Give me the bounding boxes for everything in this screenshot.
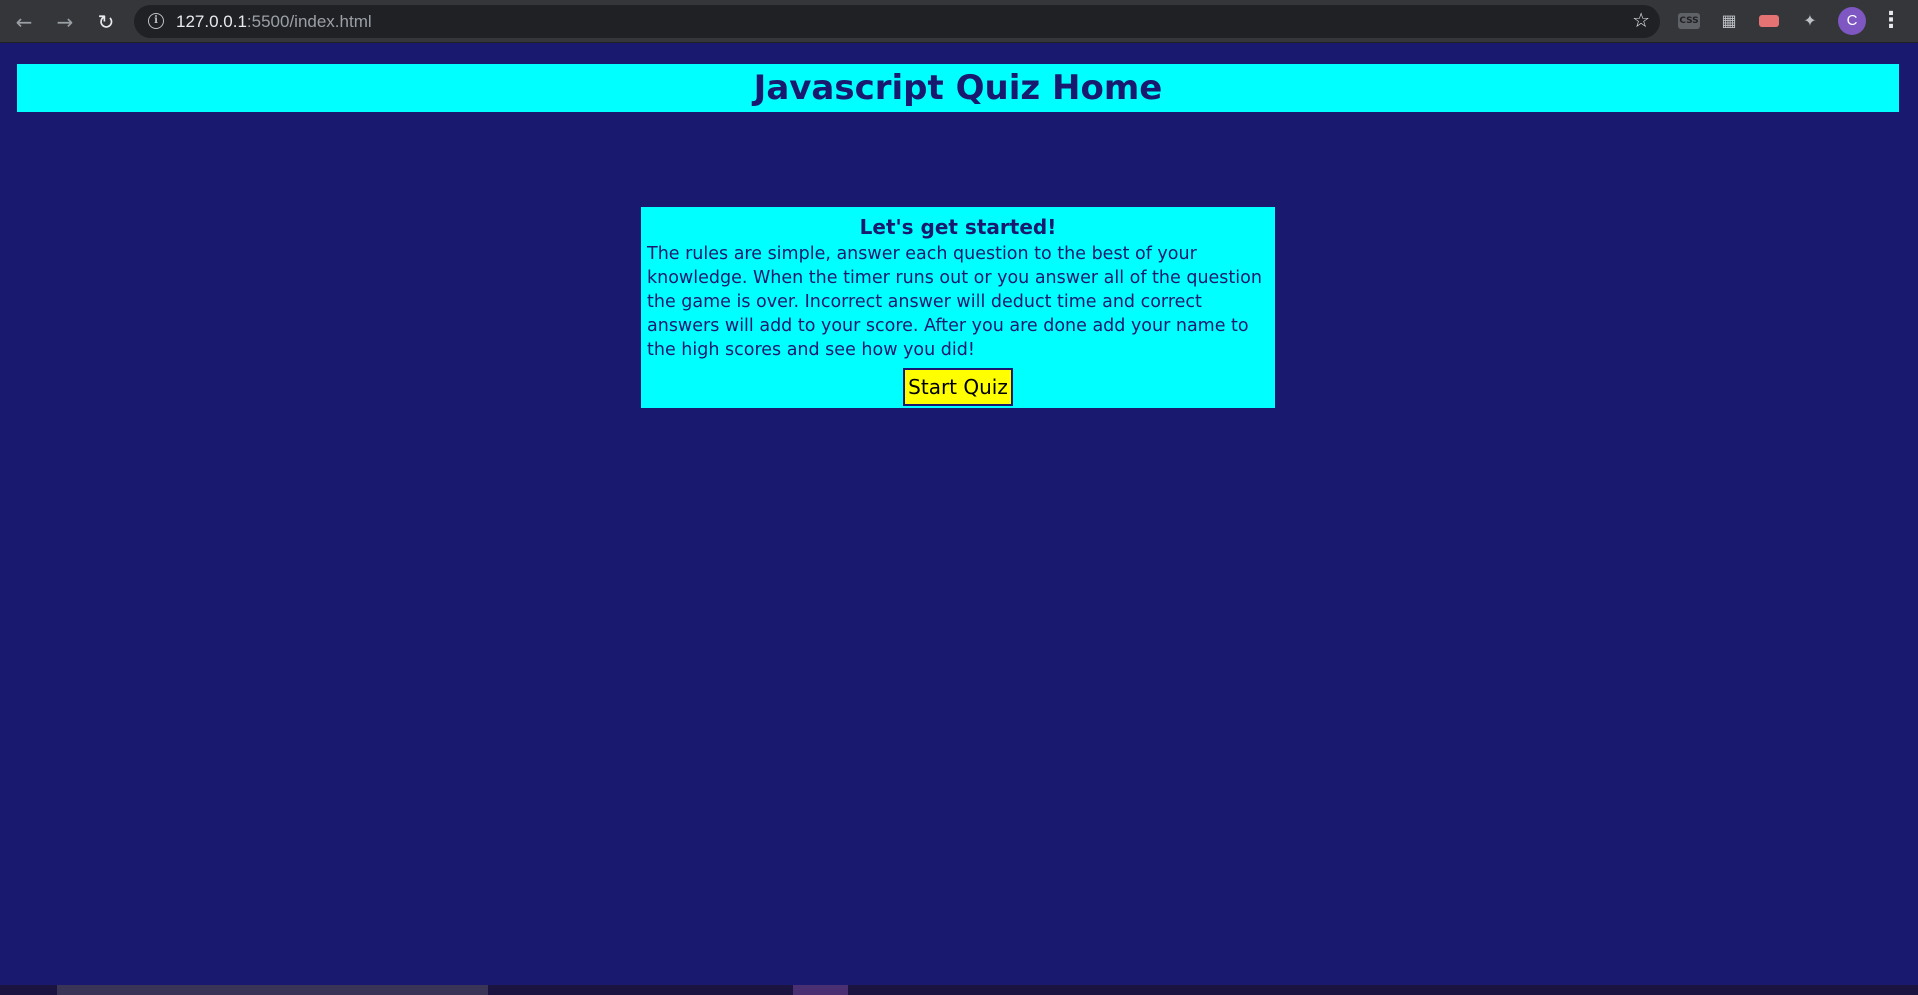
intro-heading: Let's get started! — [859, 215, 1057, 239]
url-text[interactable]: 127.0.0.1:5500/index.html — [176, 5, 372, 38]
palette-extension-icon[interactable]: ▦ — [1718, 10, 1740, 32]
css-extension-icon[interactable]: CSS — [1678, 13, 1700, 29]
forward-icon[interactable]: → — [51, 8, 79, 36]
taskbar-item[interactable] — [793, 985, 848, 995]
intro-card: Let's get started! The rules are simple,… — [641, 207, 1275, 408]
rules-text: The rules are simple, answer each questi… — [647, 244, 1262, 360]
profile-avatar[interactable]: C — [1838, 7, 1866, 35]
address-bar[interactable]: i 127.0.0.1:5500/index.html ☆ — [134, 5, 1660, 38]
url-path: :5500/index.html — [246, 12, 372, 31]
start-button-wrap: Start Quiz — [647, 368, 1269, 406]
puzzle-icon[interactable]: ✦ — [1799, 10, 1821, 32]
menu-dots-icon[interactable]: ⋮ — [1880, 7, 1902, 35]
page-header: Javascript Quiz Home — [17, 64, 1899, 112]
record-extension-icon[interactable] — [1759, 15, 1779, 27]
os-taskbar — [0, 985, 1918, 995]
start-quiz-button[interactable]: Start Quiz — [903, 368, 1013, 406]
bookmark-star-icon[interactable]: ☆ — [1632, 8, 1650, 32]
back-icon[interactable]: ← — [10, 8, 38, 36]
site-info-icon[interactable]: i — [148, 13, 164, 29]
url-host: 127.0.0.1 — [176, 12, 247, 31]
taskbar-item[interactable] — [57, 985, 488, 995]
page-title: Javascript Quiz Home — [753, 68, 1163, 108]
reload-icon[interactable]: ↻ — [92, 8, 120, 36]
browser-toolbar: ← → ↻ i 127.0.0.1:5500/index.html ☆ CSS … — [0, 0, 1918, 43]
